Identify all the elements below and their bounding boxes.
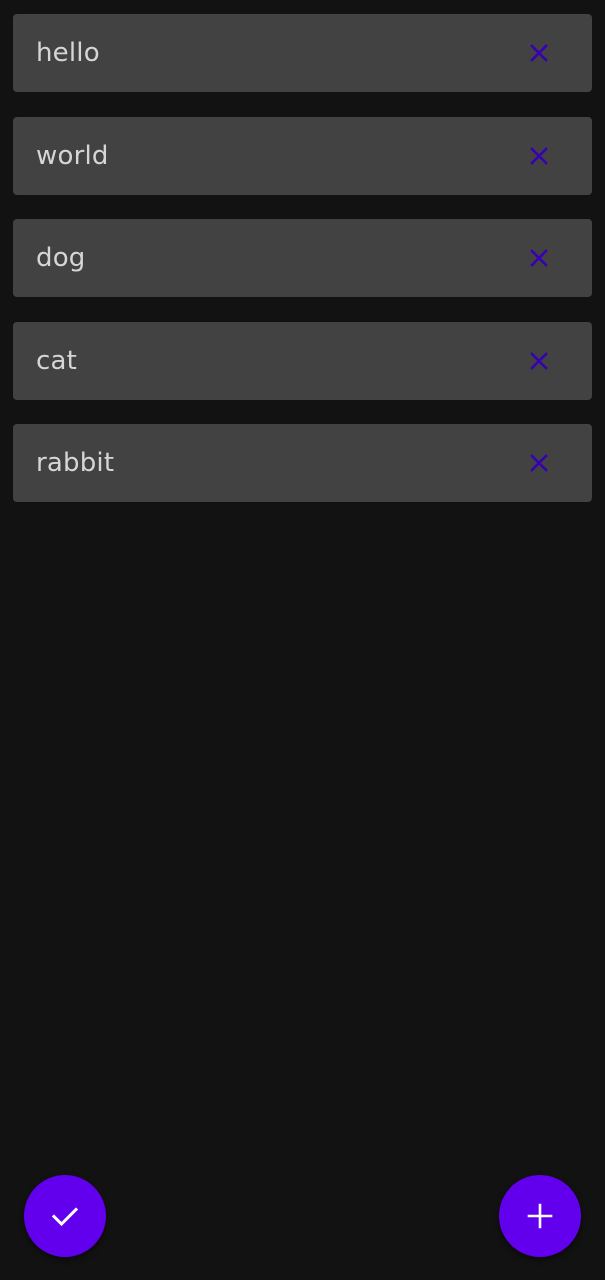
close-icon bbox=[530, 44, 548, 62]
close-icon bbox=[530, 249, 548, 267]
add-item-fab-button[interactable] bbox=[499, 1175, 581, 1257]
list-item-label: dog bbox=[36, 243, 86, 273]
close-icon bbox=[530, 351, 548, 370]
list-item: dog bbox=[13, 219, 592, 297]
plus-icon bbox=[527, 1203, 553, 1229]
list-item: world bbox=[13, 116, 592, 195]
remove-item-button[interactable] bbox=[525, 347, 553, 375]
confirm-fab-button[interactable] bbox=[24, 1175, 106, 1257]
list-item: hello bbox=[13, 14, 592, 92]
list-item: rabbit bbox=[13, 424, 592, 502]
remove-item-button[interactable] bbox=[525, 449, 553, 477]
close-icon bbox=[530, 146, 548, 165]
list-item-label: world bbox=[36, 140, 109, 171]
check-icon bbox=[51, 1207, 79, 1227]
list-item-label: rabbit bbox=[36, 448, 115, 478]
list-item-label: cat bbox=[36, 345, 78, 376]
list-item-label: hello bbox=[36, 38, 100, 68]
remove-item-button[interactable] bbox=[525, 39, 553, 67]
app-screen: hello world dog cat rabbit bbox=[0, 0, 605, 1280]
item-list: hello world dog cat rabbit bbox=[13, 14, 592, 527]
remove-item-button[interactable] bbox=[525, 244, 553, 272]
close-icon bbox=[530, 454, 548, 472]
list-item: cat bbox=[13, 321, 592, 400]
remove-item-button[interactable] bbox=[525, 142, 553, 170]
